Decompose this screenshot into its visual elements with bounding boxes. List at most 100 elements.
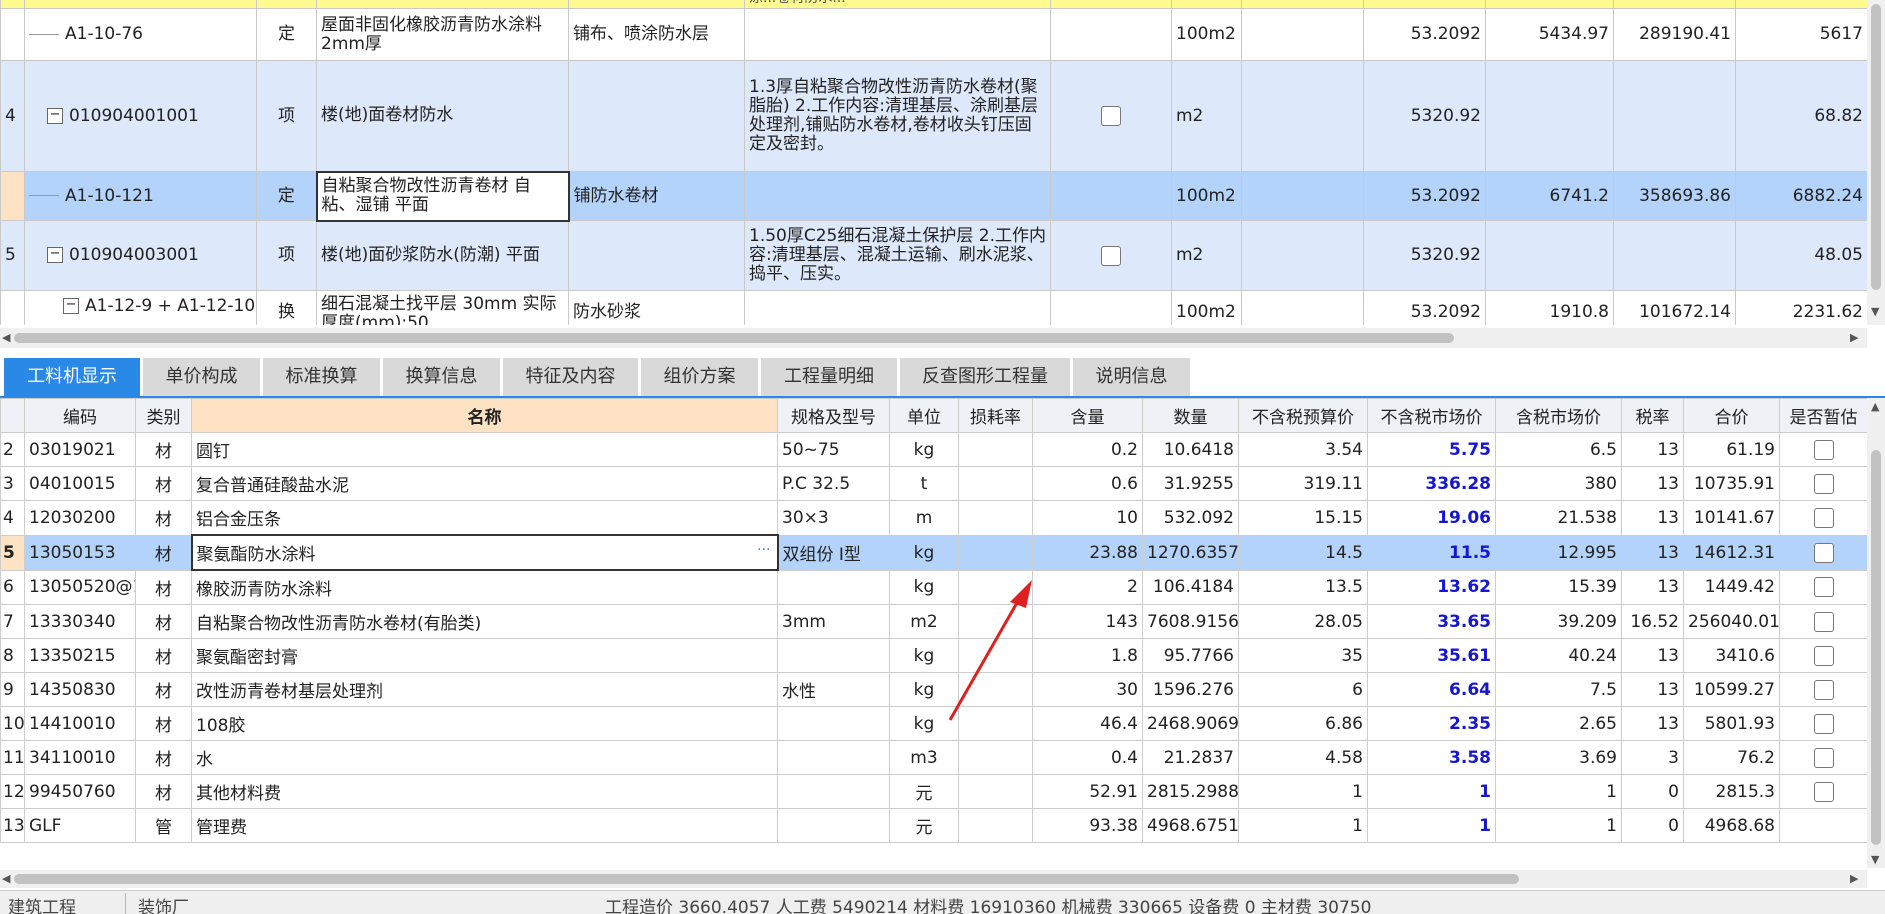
scroll-down-icon[interactable]: ▼ xyxy=(1871,305,1879,318)
tab-unit-price-composition[interactable]: 单价构成 xyxy=(143,358,263,396)
row-quantity[interactable]: 2468.9069 xyxy=(1142,706,1239,741)
tab-standard-conversion[interactable]: 标准换算 xyxy=(263,358,383,396)
row-quantity[interactable]: 106.4184 xyxy=(1142,569,1239,605)
row-feature[interactable] xyxy=(744,290,1051,325)
row-name[interactable]: 108胶 xyxy=(191,706,778,741)
row-content[interactable]: 1.8 xyxy=(1032,638,1143,673)
table-row[interactable]: 10 14410010 材 108胶 kg 46.4 2468.9069 6.86 2.35 2.… xyxy=(0,706,1867,741)
row-tax-rate[interactable]: 0 xyxy=(1621,808,1684,843)
row-code[interactable]: −010904001001 xyxy=(24,60,257,172)
upper-vertical-scrollbar[interactable]: ▼ xyxy=(1867,0,1885,325)
col-header-loss-rate[interactable]: 损耗率 xyxy=(958,398,1033,433)
row-code[interactable]: 99450760 xyxy=(24,774,136,809)
row-spec[interactable] xyxy=(777,569,890,605)
row-provisional[interactable] xyxy=(1779,672,1867,707)
provisional-checkbox[interactable] xyxy=(1813,611,1834,632)
table-row[interactable]: 5 −010904003001 项 楼(地)面砂浆防水(防潮) 平面 1.50厚… xyxy=(0,220,1867,291)
table-row[interactable]: 5 13050153 材聚氨酯防水涂料 ··· 双组份 I型 kg 23.88 1270.63… xyxy=(0,534,1867,571)
lower-horizontal-scrollbar[interactable]: ◀ ▶ xyxy=(0,870,1867,888)
row-content[interactable]: 铺布、喷涂防水层 xyxy=(568,8,745,61)
status-project[interactable]: 建筑工程 xyxy=(8,893,76,914)
row-content[interactable]: 0.2 xyxy=(1032,432,1143,467)
row-name[interactable]: 水 xyxy=(191,740,778,775)
row-tax-market-price[interactable]: 7.5 xyxy=(1495,672,1622,707)
row-name[interactable]: 自粘聚合物改性沥青防水卷材(有胎类) xyxy=(191,604,778,639)
row-content[interactable]: 铺防水卷材 xyxy=(568,171,745,221)
row-tax-rate[interactable]: 13 xyxy=(1621,569,1684,605)
col-header-category[interactable]: 类别 xyxy=(135,398,192,433)
provisional-checkbox[interactable] xyxy=(1813,781,1834,802)
row-unit[interactable]: kg xyxy=(889,432,959,467)
row-qty[interactable]: 53.2092 xyxy=(1363,171,1486,221)
row-code[interactable]: 04010015 xyxy=(24,466,136,501)
col-header-tax-rate[interactable]: 税率 xyxy=(1621,398,1684,433)
row-provisional[interactable] xyxy=(1779,774,1867,809)
bill-of-quantities-grid[interactable]: 涂...卷材防水... A1-10-76 定 屋面非固化橡胶沥青防水涂料 2mm… xyxy=(0,0,1867,325)
status-section[interactable]: 装饰厂 xyxy=(125,893,189,914)
row-qty[interactable]: 53.2092 xyxy=(1363,8,1486,61)
row-checkbox[interactable] xyxy=(1050,60,1172,172)
labor-material-machine-grid[interactable]: 编码 类别 名称 规格及型号 单位 损耗率 含量 数量 不含税预算价 不含税市场… xyxy=(0,398,1867,868)
lower-vertical-scrollbar[interactable]: ▲ ▼ xyxy=(1867,398,1885,868)
row-tax-market-price[interactable]: 15.39 xyxy=(1495,569,1622,605)
row-quantity[interactable]: 1596.276 xyxy=(1142,672,1239,707)
row-quantity[interactable]: 95.7766 xyxy=(1142,638,1239,673)
row-unit[interactable]: 元 xyxy=(889,808,959,843)
row-spec[interactable]: P.C 32.5 xyxy=(777,466,890,501)
row-content[interactable]: 防水砂浆 xyxy=(568,290,745,325)
row-feature[interactable]: 1.50厚C25细石混凝土保护层 2.工作内容:清理基层、混凝土运输、刷水泥浆、… xyxy=(744,220,1051,291)
row-name[interactable]: 楼(地)面卷材防水 xyxy=(316,60,569,172)
row-code[interactable]: GLF xyxy=(24,808,136,843)
tab-reverse-check-graphic[interactable]: 反查图形工程量 xyxy=(900,358,1073,396)
row-content[interactable]: 93.38 xyxy=(1032,808,1143,843)
tab-conversion-info[interactable]: 换算信息 xyxy=(383,358,503,396)
row-provisional[interactable] xyxy=(1779,500,1867,536)
row-code[interactable]: 12030200 xyxy=(24,500,136,536)
row-name[interactable]: 橡胶沥青防水涂料 xyxy=(191,569,778,605)
row-name[interactable]: 管理费 xyxy=(191,808,778,843)
checkbox[interactable] xyxy=(1101,106,1121,126)
row-name[interactable]: 楼(地)面砂浆防水(防潮) 平面 xyxy=(316,220,569,291)
row-feature[interactable] xyxy=(744,171,1051,221)
row-tax-market-price[interactable]: 21.538 xyxy=(1495,500,1622,536)
row-tax-rate[interactable]: 16.52 xyxy=(1621,604,1684,639)
row-spec[interactable] xyxy=(777,706,890,741)
tab-pricing-scheme[interactable]: 组价方案 xyxy=(641,358,761,396)
row-content[interactable]: 52.91 xyxy=(1032,774,1143,809)
table-row[interactable]: 13 GLF 管管理费元 93.38 4968.6751 1 1 1 0 4968.68 xyxy=(0,808,1867,843)
provisional-checkbox[interactable] xyxy=(1813,507,1834,528)
row-quantity[interactable]: 532.092 xyxy=(1142,500,1239,536)
scroll-left-icon[interactable]: ◀ xyxy=(2,331,10,344)
tab-features-content[interactable]: 特征及内容 xyxy=(503,358,641,396)
table-row[interactable]: 4 12030200 材铝合金压条 30×3 m 10 532.092 15.15 19.06 2… xyxy=(0,500,1867,536)
row-content[interactable]: 46.4 xyxy=(1032,706,1143,741)
row-provisional[interactable] xyxy=(1779,638,1867,673)
row-market-price[interactable]: 11.5 xyxy=(1367,534,1496,571)
row-loss-rate[interactable] xyxy=(958,534,1033,571)
col-header-total[interactable]: 合价 xyxy=(1683,398,1780,433)
row-tax-rate[interactable]: 0 xyxy=(1621,774,1684,809)
scrollbar-thumb[interactable] xyxy=(14,333,1454,343)
row-tax-market-price[interactable]: 1 xyxy=(1495,774,1622,809)
row-market-price[interactable]: 2.35 xyxy=(1367,706,1496,741)
row-qty[interactable]: 5320.92 xyxy=(1363,60,1486,172)
row-tax-market-price[interactable]: 6.5 xyxy=(1495,432,1622,467)
row-tax-market-price[interactable]: 1 xyxy=(1495,808,1622,843)
row-code[interactable]: 13050153 xyxy=(24,534,136,571)
row-unit[interactable]: kg xyxy=(889,534,959,571)
collapse-icon[interactable]: − xyxy=(47,247,63,263)
upper-horizontal-scrollbar[interactable]: ◀ ▶ xyxy=(0,328,1867,348)
tab-description-info[interactable]: 说明信息 xyxy=(1073,358,1193,396)
row-provisional[interactable] xyxy=(1779,740,1867,775)
provisional-checkbox[interactable] xyxy=(1813,679,1834,700)
provisional-checkbox[interactable] xyxy=(1813,645,1834,666)
row-quantity[interactable]: 10.6418 xyxy=(1142,432,1239,467)
provisional-checkbox[interactable] xyxy=(1813,473,1834,494)
row-market-price[interactable]: 1 xyxy=(1367,808,1496,843)
row-unit[interactable]: t xyxy=(889,466,959,501)
tab-quantity-detail[interactable]: 工程量明细 xyxy=(761,358,900,396)
row-code[interactable]: A1-10-76 xyxy=(24,8,257,61)
row-code[interactable]: 34110010 xyxy=(24,740,136,775)
row-provisional[interactable] xyxy=(1779,466,1867,501)
provisional-checkbox[interactable] xyxy=(1813,439,1834,460)
